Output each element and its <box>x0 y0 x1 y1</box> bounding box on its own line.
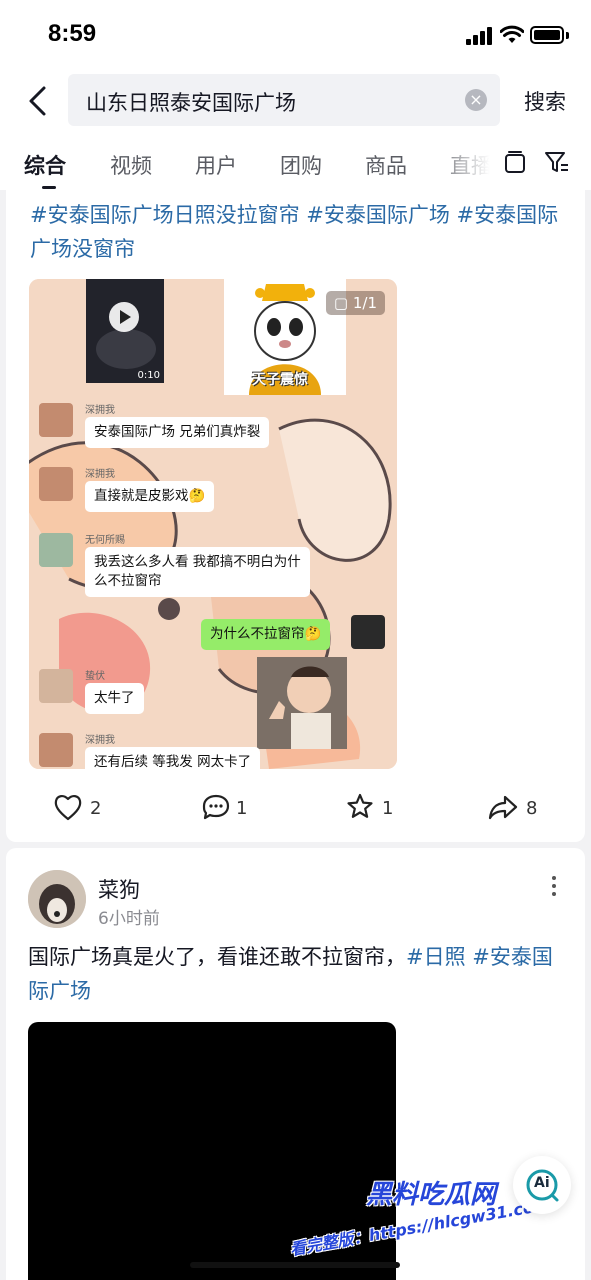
chat-bubble: 还有后续 等我发 网太卡了 <box>85 747 261 769</box>
image-counter-value: 1/1 <box>352 294 377 312</box>
chat-avatar <box>39 733 73 767</box>
status-bar: 8:59 <box>0 0 591 66</box>
post-image[interactable]: 0:10 天子震惊 ▢ 1/1 深拥我 安泰国际广场 兄弟们真炸裂 深拥我 直接… <box>29 279 397 769</box>
post-card[interactable]: #安泰国际广场日照没拉窗帘 #安泰国际广场 #安泰国际广场没窗帘 0:10 天子… <box>6 190 585 842</box>
tab-users[interactable]: 用户 <box>195 150 237 180</box>
result-tabs: 综合 视频 用户 团购 商品 直播 <box>0 138 591 190</box>
like-count[interactable]: 2 <box>90 798 101 819</box>
search-header: 山东日照泰安国际广场 × 搜索 <box>0 66 591 138</box>
chat-avatar <box>39 467 73 501</box>
more-options-icon[interactable] <box>552 876 558 900</box>
filter-icon[interactable] <box>544 150 570 176</box>
author-name[interactable]: 菜狗 <box>98 874 140 904</box>
chat-nick: 蛰伏 <box>85 671 105 682</box>
sticker-caption: 天子震惊 <box>252 372 308 388</box>
layout-toggle-icon[interactable] <box>504 150 526 176</box>
tab-products[interactable]: 商品 <box>365 150 407 180</box>
chat-nick: 无何所赐 <box>85 535 125 546</box>
search-query[interactable]: 山东日照泰安国际广场 <box>86 87 296 117</box>
post-text[interactable]: 国际广场真是火了，看谁还敢不拉窗帘，#日照 #安泰国际广场 <box>28 940 558 1008</box>
chat-bubble-line: 我丢这么多人看 我都搞不明白为什 <box>94 554 301 570</box>
chat-nick: 深拥我 <box>85 735 115 746</box>
active-tab-indicator <box>42 186 56 189</box>
share-count[interactable]: 8 <box>526 798 537 819</box>
ai-assistant-button[interactable]: Ai <box>513 1156 571 1214</box>
chat-avatar-self <box>351 615 385 649</box>
tab-group-buy[interactable]: 团购 <box>280 150 322 180</box>
chat-bubble: 安泰国际广场 兄弟们真炸裂 <box>85 417 270 448</box>
search-input[interactable]: 山东日照泰安国际广场 × <box>68 74 500 126</box>
clear-search-icon[interactable]: × <box>465 89 487 111</box>
battery-icon <box>530 26 564 44</box>
cellular-signal-icon <box>466 27 492 45</box>
image-counter: ▢ 1/1 <box>325 291 385 315</box>
chat-avatar <box>39 533 73 567</box>
favorite-count[interactable]: 1 <box>382 798 393 819</box>
share-icon[interactable] <box>488 790 518 826</box>
chat-nick: 深拥我 <box>85 405 115 416</box>
chat-bubble: 直接就是皮影戏🤔 <box>85 481 215 512</box>
tab-video[interactable]: 视频 <box>110 150 152 180</box>
back-arrow-icon[interactable] <box>24 84 54 118</box>
chat-bubble: 我丢这么多人看 我都搞不明白为什 么不拉窗帘 <box>85 547 310 597</box>
chat-avatar <box>39 669 73 703</box>
chat-video-thumbnail: 0:10 <box>86 279 164 383</box>
tab-all[interactable]: 综合 <box>24 150 66 180</box>
ai-label: Ai <box>534 1175 550 1191</box>
video-duration: 0:10 <box>137 370 160 381</box>
favorite-star-icon[interactable] <box>346 790 374 826</box>
wifi-icon <box>500 25 524 43</box>
post-text-plain: 国际广场真是火了，看谁还敢不拉窗帘， <box>28 945 406 969</box>
post-action-bar: 2 1 1 8 <box>6 790 585 830</box>
search-button[interactable]: 搜索 <box>524 86 566 116</box>
chat-nick: 深拥我 <box>85 469 115 480</box>
chat-avatar <box>39 403 73 437</box>
chat-bubble-line: 么不拉窗帘 <box>94 573 162 589</box>
home-indicator[interactable] <box>190 1262 400 1268</box>
author-avatar[interactable] <box>28 870 86 928</box>
status-time: 8:59 <box>48 20 97 47</box>
comment-icon[interactable] <box>202 790 230 826</box>
battery-tip <box>566 32 569 39</box>
chat-bubble-self: 为什么不拉窗帘🤔 <box>201 619 331 650</box>
chat-bubble: 太牛了 <box>85 683 144 714</box>
tab-fade <box>430 138 500 190</box>
like-icon[interactable] <box>54 790 82 826</box>
post-hashtags[interactable]: #安泰国际广场日照没拉窗帘 #安泰国际广场 #安泰国际广场没窗帘 <box>30 198 570 266</box>
comment-count[interactable]: 1 <box>236 798 247 819</box>
post-time: 6小时前 <box>98 909 160 929</box>
hashtag-link[interactable]: #日照 <box>406 945 466 969</box>
thumbs-up-kid-image <box>257 657 347 749</box>
